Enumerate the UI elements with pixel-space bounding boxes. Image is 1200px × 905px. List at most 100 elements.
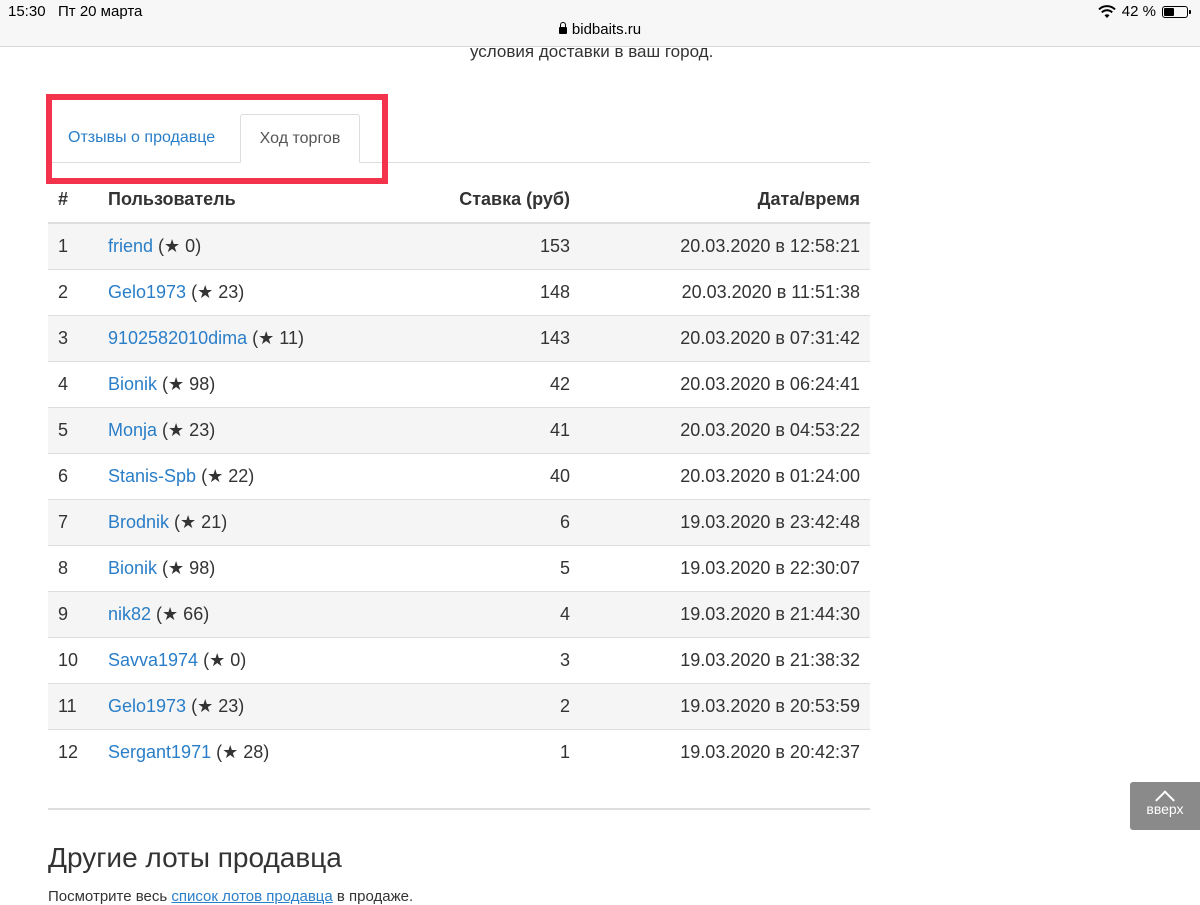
tab-auction-progress[interactable]: Ход торгов [240,114,360,163]
row-num: 11 [48,683,98,730]
row-bid: 6 [390,499,580,546]
user-link[interactable]: nik82 [108,604,151,624]
seller-lots-link[interactable]: список лотов продавца [171,888,332,905]
user-link[interactable]: Monja [108,420,157,440]
user-rating: (★ 28) [216,742,270,762]
table-row: 11 Gelo1973 (★ 23) 2 19.03.2020 в 20:53:59 [48,683,870,730]
row-date: 20.03.2020 в 11:51:38 [580,269,870,316]
row-num: 4 [48,361,98,408]
user-link[interactable]: Savva1974 [108,650,198,670]
row-date: 20.03.2020 в 12:58:21 [580,222,870,270]
bids-table: # Пользователь Ставка (руб) Дата/время 1… [48,176,870,775]
row-num: 2 [48,269,98,316]
user-link[interactable]: Gelo1973 [108,282,186,302]
row-date: 20.03.2020 в 07:31:42 [580,315,870,362]
user-link[interactable]: friend [108,236,153,256]
user-rating: (★ 98) [162,558,216,578]
header-user: Пользователь [98,176,390,224]
header-date: Дата/время [580,176,870,224]
row-num: 8 [48,545,98,592]
user-rating: (★ 22) [201,466,255,486]
row-user: Sergant1971 (★ 28) [98,729,390,775]
status-bar: 15:30 Пт 20 марта 42 % bidbaits.ru [0,0,1200,47]
lock-icon [558,22,567,34]
row-num: 10 [48,637,98,684]
user-link[interactable]: Sergant1971 [108,742,211,762]
table-row: 2 Gelo1973 (★ 23) 148 20.03.2020 в 11:51:38 [48,269,870,316]
row-user: Savva1974 (★ 0) [98,637,390,684]
battery-percent: 42 % [1121,3,1156,20]
tabs: Отзывы о продавце Ход торгов [48,114,870,163]
table-row: 1 friend (★ 0) 153 20.03.2020 в 12:58:21 [48,222,870,270]
row-bid: 153 [390,222,580,270]
other-lots-text: Посмотрите весь список лотов продавца в … [48,888,413,905]
table-row: 6 Stanis-Spb (★ 22) 40 20.03.2020 в 01:24:0… [48,453,870,500]
other-lots-text-after: в продаже. [332,888,414,905]
delivery-text: условия доставки в ваш город. [470,42,714,61]
row-user: Gelo1973 (★ 23) [98,683,390,730]
user-rating: (★ 23) [162,420,216,440]
row-bid: 5 [390,545,580,592]
row-user: Gelo1973 (★ 23) [98,269,390,316]
row-bid: 4 [390,591,580,638]
row-bid: 41 [390,407,580,454]
row-date: 19.03.2020 в 23:42:48 [580,499,870,546]
header-num: # [48,176,98,224]
battery-icon [1162,5,1191,18]
table-row: 3 9102582010dima (★ 11) 143 20.03.2020 в 07… [48,315,870,362]
tab-seller-reviews[interactable]: Отзывы о продавце [50,114,233,162]
user-rating: (★ 0) [203,650,247,670]
user-link[interactable]: Bionik [108,374,157,394]
row-num: 1 [48,222,98,270]
row-date: 19.03.2020 в 20:53:59 [580,683,870,730]
status-date: Пт 20 марта [58,3,143,20]
table-row: 4 Bionik (★ 98) 42 20.03.2020 в 06:24:41 [48,361,870,408]
scroll-top-button[interactable]: вверх [1130,782,1200,830]
row-num: 12 [48,729,98,775]
row-num: 7 [48,499,98,546]
row-bid: 1 [390,729,580,775]
row-user: 9102582010dima (★ 11) [98,315,390,362]
row-bid: 42 [390,361,580,408]
table-body: 1 friend (★ 0) 153 20.03.2020 в 12:58:21 2 Ge… [48,222,870,775]
url-text[interactable]: bidbaits.ru [572,21,641,38]
table-row: 12 Sergant1971 (★ 28) 1 19.03.2020 в 20:42:… [48,729,870,775]
row-num: 3 [48,315,98,362]
user-rating: (★ 23) [191,282,245,302]
row-date: 20.03.2020 в 01:24:00 [580,453,870,500]
row-date: 19.03.2020 в 20:42:37 [580,729,870,775]
row-user: Monja (★ 23) [98,407,390,454]
row-date: 20.03.2020 в 04:53:22 [580,407,870,454]
user-link[interactable]: Gelo1973 [108,696,186,716]
row-date: 19.03.2020 в 21:44:30 [580,591,870,638]
row-bid: 148 [390,269,580,316]
row-date: 19.03.2020 в 22:30:07 [580,545,870,592]
table-row: 7 Brodnik (★ 21) 6 19.03.2020 в 23:42:48 [48,499,870,546]
user-rating: (★ 11) [252,328,304,348]
row-num: 5 [48,407,98,454]
address-bar[interactable]: bidbaits.ru [0,21,1200,38]
user-rating: (★ 66) [156,604,210,624]
user-link[interactable]: Stanis-Spb [108,466,196,486]
row-date: 20.03.2020 в 06:24:41 [580,361,870,408]
divider [48,808,870,810]
row-user: friend (★ 0) [98,222,390,270]
other-lots-text-before: Посмотрите весь [48,888,172,905]
row-user: Brodnik (★ 21) [98,499,390,546]
status-time: 15:30 [8,3,46,20]
wifi-icon [1098,4,1116,18]
row-user: Bionik (★ 98) [98,361,390,408]
user-link[interactable]: Brodnik [108,512,169,532]
row-user: Bionik (★ 98) [98,545,390,592]
row-bid: 40 [390,453,580,500]
status-right: 42 % [1098,3,1191,20]
table-row: 9 nik82 (★ 66) 4 19.03.2020 в 21:44:30 [48,591,870,638]
table-row: 8 Bionik (★ 98) 5 19.03.2020 в 22:30:07 [48,545,870,592]
row-bid: 2 [390,683,580,730]
user-link[interactable]: 9102582010dima [108,328,247,348]
row-num: 6 [48,453,98,500]
table-row: 5 Monja (★ 23) 41 20.03.2020 в 04:53:22 [48,407,870,454]
row-date: 19.03.2020 в 21:38:32 [580,637,870,684]
user-link[interactable]: Bionik [108,558,157,578]
row-user: Stanis-Spb (★ 22) [98,453,390,500]
